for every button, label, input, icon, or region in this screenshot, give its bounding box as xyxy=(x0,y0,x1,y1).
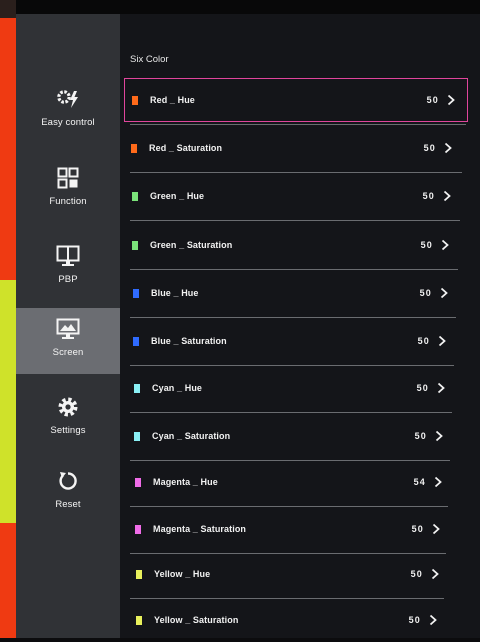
setting-value: 50 xyxy=(423,143,436,153)
setting-value: 54 xyxy=(413,477,426,487)
row-divider xyxy=(130,412,452,413)
row-divider xyxy=(130,317,456,318)
color-swatch xyxy=(133,288,139,298)
setting-row[interactable]: Blue _ Hue 50 xyxy=(126,271,460,315)
sidebar-item-label: Easy control xyxy=(41,117,95,128)
setting-label: Magenta _ Saturation xyxy=(153,524,247,534)
easy-control-icon xyxy=(55,86,81,112)
setting-value: 50 xyxy=(420,240,433,250)
setting-label: Yellow _ Hue xyxy=(154,569,211,579)
setting-row[interactable]: Green _ Saturation 50 xyxy=(125,223,461,267)
chevron-right-icon xyxy=(443,189,453,203)
chevron-right-icon xyxy=(438,334,448,348)
setting-row[interactable]: Red _ Hue 50 xyxy=(124,78,468,122)
setting-label: Red _ Hue xyxy=(150,95,195,105)
sidebar-item-label: Screen xyxy=(52,347,84,358)
setting-row[interactable]: Cyan _ Hue 50 xyxy=(127,366,457,410)
sidebar-item-label: PBP xyxy=(58,274,78,285)
chevron-right-icon xyxy=(429,613,439,627)
row-divider xyxy=(130,124,466,125)
osd-sidebar: Easy control Function PBP Screen Setting… xyxy=(16,14,120,638)
setting-label: Red _ Saturation xyxy=(149,143,223,153)
sidebar-item-easy-control[interactable]: Easy control xyxy=(16,78,120,144)
section-title: Six Color xyxy=(130,54,169,65)
setting-value: 50 xyxy=(414,431,427,441)
color-swatch xyxy=(134,431,140,441)
setting-value: 50 xyxy=(417,336,430,346)
setting-row[interactable]: Green _ Hue 50 xyxy=(125,174,463,218)
setting-value: 50 xyxy=(408,615,421,625)
chevron-right-icon xyxy=(432,522,442,536)
sidebar-item-pbp[interactable]: PBP xyxy=(16,235,120,301)
desktop-edge-red xyxy=(0,18,16,280)
chevron-right-icon xyxy=(440,286,450,300)
setting-label: Green _ Hue xyxy=(150,191,205,201)
six-color-panel: Six Color Red _ Hue 50 Red _ Saturation 50 G… xyxy=(120,14,480,638)
setting-row[interactable]: Red _ Saturation 50 xyxy=(124,126,464,170)
function-grid-icon xyxy=(55,165,81,191)
chevron-right-icon xyxy=(434,475,444,489)
gear-icon xyxy=(55,394,81,420)
setting-row[interactable]: Magenta _ Hue 54 xyxy=(128,460,454,504)
chevron-right-icon xyxy=(447,93,457,107)
setting-row[interactable]: Magenta _ Saturation 50 xyxy=(128,507,452,551)
color-swatch xyxy=(136,569,142,579)
color-swatch xyxy=(133,336,139,346)
setting-value: 50 xyxy=(426,95,439,105)
desktop-edge-top xyxy=(0,0,16,18)
sidebar-item-label: Reset xyxy=(55,499,81,510)
chevron-right-icon xyxy=(441,238,451,252)
desktop-edge-lime xyxy=(0,280,16,523)
color-swatch xyxy=(132,191,138,201)
chevron-right-icon xyxy=(437,381,447,395)
setting-row[interactable]: Yellow _ Hue 50 xyxy=(129,552,451,596)
sidebar-item-reset[interactable]: Reset xyxy=(16,460,120,526)
setting-value: 50 xyxy=(422,191,435,201)
pbp-monitor-icon xyxy=(55,243,81,269)
row-divider xyxy=(130,269,458,270)
color-swatch xyxy=(134,383,140,393)
setting-value: 50 xyxy=(416,383,429,393)
desktop-edge-red-lower xyxy=(0,523,16,638)
chevron-right-icon xyxy=(435,429,445,443)
sidebar-item-label: Function xyxy=(49,196,87,207)
sidebar-item-settings[interactable]: Settings xyxy=(16,386,120,452)
chevron-right-icon xyxy=(444,141,454,155)
setting-value: 50 xyxy=(419,288,432,298)
setting-label: Yellow _ Saturation xyxy=(154,615,239,625)
setting-label: Green _ Saturation xyxy=(150,240,233,250)
setting-row[interactable]: Blue _ Saturation 50 xyxy=(126,319,458,363)
row-divider xyxy=(130,172,462,173)
color-swatch xyxy=(136,615,142,625)
row-divider xyxy=(130,220,460,221)
color-swatch xyxy=(135,524,141,534)
color-swatch xyxy=(135,477,141,487)
setting-label: Blue _ Hue xyxy=(151,288,199,298)
color-swatch xyxy=(131,143,137,153)
screen-monitor-icon xyxy=(55,316,81,342)
setting-label: Cyan _ Saturation xyxy=(152,431,231,441)
sidebar-item-label: Settings xyxy=(50,425,86,436)
color-swatch xyxy=(132,240,138,250)
reset-icon xyxy=(55,468,81,494)
setting-value: 50 xyxy=(410,569,423,579)
setting-value: 50 xyxy=(411,524,424,534)
setting-label: Magenta _ Hue xyxy=(153,477,218,487)
chevron-right-icon xyxy=(431,567,441,581)
sidebar-item-function[interactable]: Function xyxy=(16,157,120,223)
setting-row[interactable]: Yellow _ Saturation 50 xyxy=(129,598,449,642)
sidebar-item-screen[interactable]: Screen xyxy=(16,308,120,374)
setting-row[interactable]: Cyan _ Saturation 50 xyxy=(127,414,455,458)
setting-label: Cyan _ Hue xyxy=(152,383,203,393)
setting-label: Blue _ Saturation xyxy=(151,336,227,346)
color-swatch xyxy=(132,95,138,105)
